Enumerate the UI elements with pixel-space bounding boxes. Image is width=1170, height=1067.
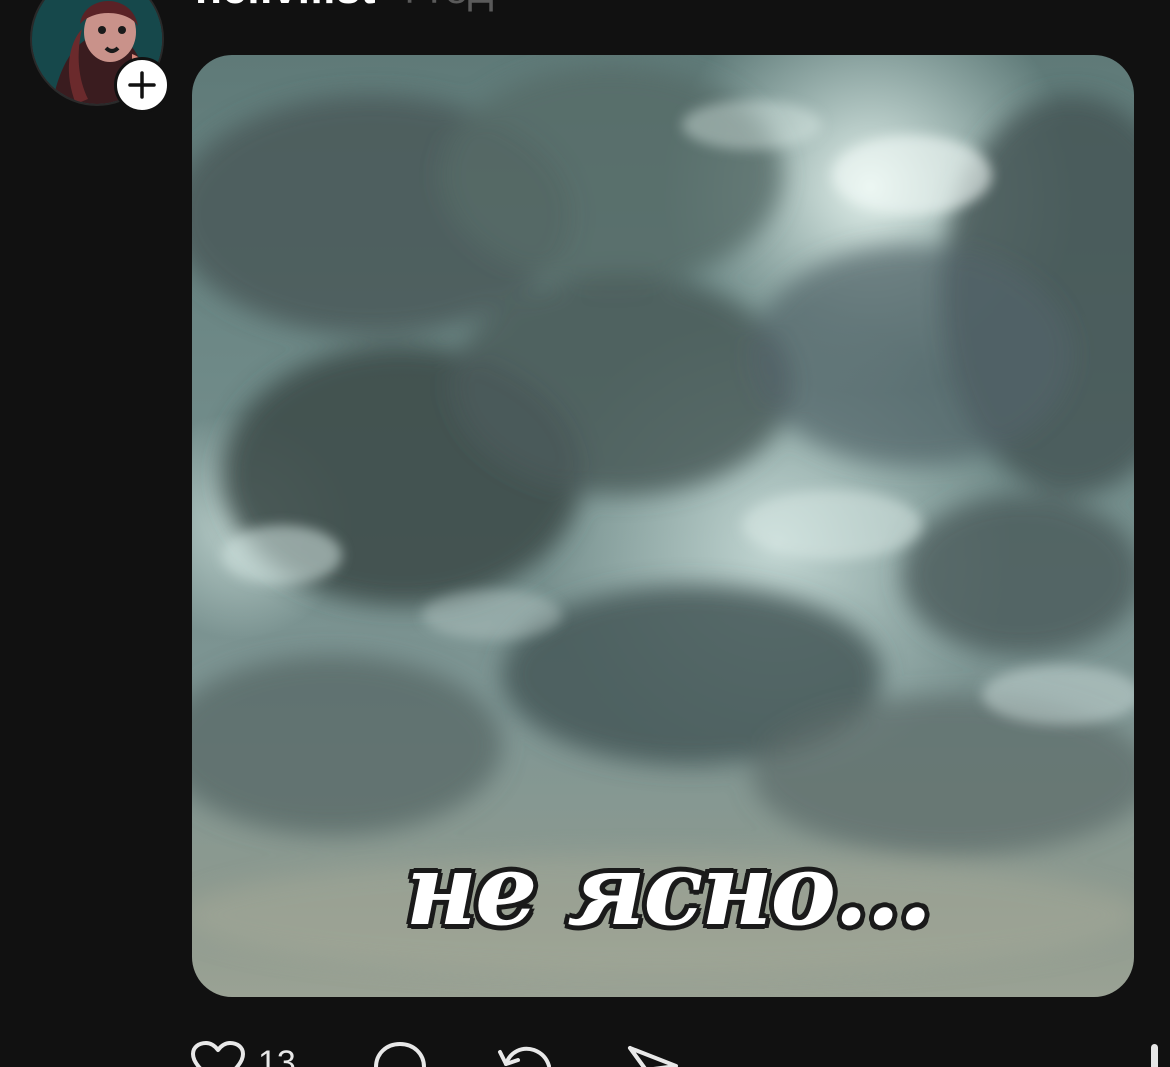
post-header: nel.vilist 4 год bbox=[195, 0, 494, 20]
timestamp: 4 год bbox=[393, 0, 494, 13]
follow-button[interactable] bbox=[114, 57, 170, 113]
share-button[interactable] bbox=[624, 1040, 682, 1067]
send-icon bbox=[628, 1046, 678, 1067]
plus-icon bbox=[128, 71, 156, 99]
action-bar: 13 bbox=[190, 1040, 790, 1067]
like-button[interactable]: 13 bbox=[190, 1040, 296, 1067]
repost-button[interactable] bbox=[496, 1040, 554, 1067]
username[interactable]: nel.vilist bbox=[195, 0, 376, 13]
scrollbar[interactable] bbox=[1151, 1044, 1158, 1067]
repost-icon bbox=[498, 1046, 551, 1067]
post-image[interactable]: не ясно... bbox=[192, 55, 1134, 997]
likes-count: 13 bbox=[258, 1044, 296, 1067]
comment-bubble-icon bbox=[374, 1042, 426, 1067]
image-caption: не ясно... bbox=[405, 833, 933, 948]
comment-button[interactable] bbox=[372, 1040, 428, 1067]
thread-post: nel.vilist 4 год bbox=[0, 0, 1170, 1067]
heart-icon bbox=[191, 1041, 245, 1067]
